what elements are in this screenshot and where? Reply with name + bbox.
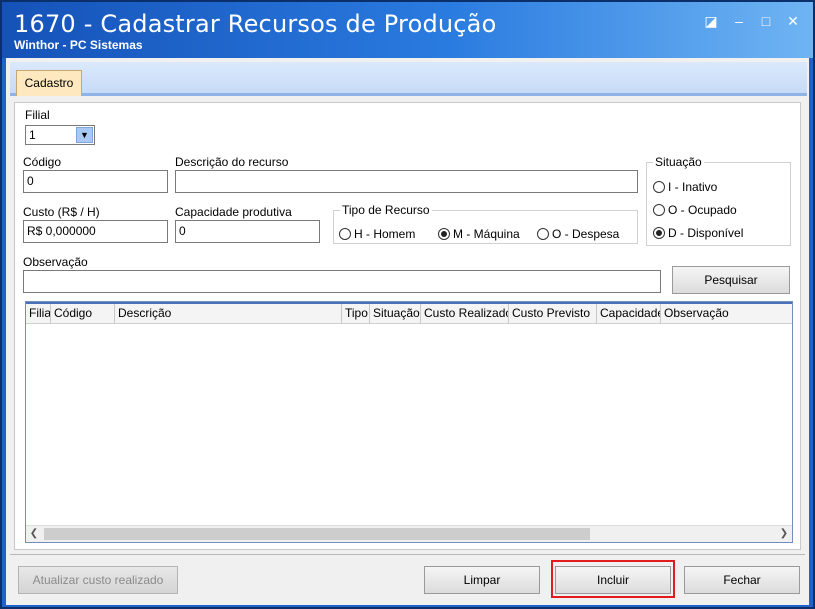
column-header[interactable]: Filial — [26, 304, 51, 324]
filial-label: Filial — [25, 108, 50, 122]
maximize-icon[interactable]: □ — [757, 12, 775, 30]
column-header[interactable]: Observação — [661, 304, 792, 324]
title-bar[interactable]: 1670 - Cadastrar Recursos de Produção Wi… — [2, 2, 813, 58]
radio-circle-icon — [653, 204, 665, 216]
window-content: Cadastro Filial 1 ▼ Código 0 Descrição d… — [6, 58, 809, 605]
scroll-left-icon[interactable]: ❮ — [26, 526, 42, 542]
radio-ocupado-label: O - Ocupado — [668, 203, 737, 217]
restore-icon[interactable]: ◪ — [702, 12, 720, 30]
window-title: 1670 - Cadastrar Recursos de Produção — [14, 10, 497, 38]
radio-inativo-label: I - Inativo — [668, 180, 718, 194]
column-header[interactable]: Tipo — [342, 304, 370, 324]
main-window: 1670 - Cadastrar Recursos de Produção Wi… — [0, 0, 815, 609]
radio-disponivel[interactable]: D - Disponível — [653, 226, 743, 240]
scrollbar-thumb[interactable] — [44, 528, 590, 540]
tab-cadastro[interactable]: Cadastro — [16, 70, 82, 96]
incluir-button[interactable]: Incluir — [555, 566, 671, 594]
radio-circle-icon — [339, 228, 351, 240]
descricao-label: Descrição do recurso — [175, 155, 289, 169]
radio-inativo[interactable]: I - Inativo — [653, 180, 717, 194]
column-header[interactable]: Custo Previsto — [509, 304, 597, 324]
grid-header: Filial Código Descrição Tipo Situação Cu… — [26, 302, 792, 324]
situacao-group: Situação I - Inativo O - Ocupado D - Dis… — [646, 155, 791, 246]
column-header[interactable]: Código — [51, 304, 115, 324]
radio-ocupado[interactable]: O - Ocupado — [653, 203, 737, 217]
radio-homem-label: H - Homem — [354, 227, 416, 241]
custo-label: Custo (R$ / H) — [23, 205, 100, 219]
minimize-icon[interactable]: – — [730, 12, 748, 30]
custo-input[interactable]: R$ 0,000000 — [23, 220, 168, 243]
column-header[interactable]: Situação — [370, 304, 421, 324]
column-header[interactable]: Custo Realizado — [421, 304, 509, 324]
column-header[interactable]: Descrição — [115, 304, 342, 324]
radio-homem[interactable]: H - Homem — [339, 227, 415, 241]
tab-strip: Cadastro — [10, 62, 807, 96]
radio-despesa-label: O - Despesa — [552, 227, 620, 241]
codigo-input[interactable]: 0 — [23, 170, 168, 193]
descricao-input[interactable] — [175, 170, 638, 193]
observacao-label: Observação — [23, 255, 88, 269]
filial-select[interactable]: 1 ▼ — [25, 125, 95, 145]
window-subtitle: Winthor - PC Sistemas — [14, 38, 143, 52]
tipo-recurso-label: Tipo de Recurso — [340, 203, 432, 217]
radio-maquina[interactable]: M - Máquina — [438, 227, 520, 241]
observacao-input[interactable] — [23, 270, 661, 293]
radio-selected-icon — [653, 227, 665, 239]
capacidade-input[interactable]: 0 — [175, 220, 320, 243]
pesquisar-button[interactable]: Pesquisar — [672, 266, 790, 294]
limpar-button[interactable]: Limpar — [424, 566, 540, 594]
radio-disponivel-label: D - Disponível — [668, 226, 744, 240]
results-grid[interactable]: Filial Código Descrição Tipo Situação Cu… — [25, 301, 793, 543]
situacao-label: Situação — [653, 155, 704, 169]
radio-circle-icon — [537, 228, 549, 240]
fechar-button[interactable]: Fechar — [684, 566, 800, 594]
tipo-recurso-group: Tipo de Recurso H - Homem M - Máquina O … — [333, 203, 638, 244]
scroll-right-icon[interactable]: ❯ — [776, 526, 792, 542]
cadastro-panel: Filial 1 ▼ Código 0 Descrição do recurso… — [14, 102, 801, 550]
radio-despesa[interactable]: O - Despesa — [537, 227, 619, 241]
footer-divider — [10, 554, 805, 555]
column-header[interactable]: Capacidade — [597, 304, 661, 324]
capacidade-label: Capacidade produtiva — [175, 205, 292, 219]
radio-maquina-label: M - Máquina — [453, 227, 520, 241]
radio-selected-icon — [438, 228, 450, 240]
radio-circle-icon — [653, 181, 665, 193]
horizontal-scrollbar[interactable]: ❮ ❯ — [26, 525, 792, 542]
codigo-label: Código — [23, 155, 62, 169]
chevron-down-icon[interactable]: ▼ — [76, 127, 93, 143]
close-icon[interactable]: ✕ — [784, 12, 802, 30]
atualizar-custo-button[interactable]: Atualizar custo realizado — [18, 566, 178, 594]
filial-value: 1 — [29, 128, 36, 142]
